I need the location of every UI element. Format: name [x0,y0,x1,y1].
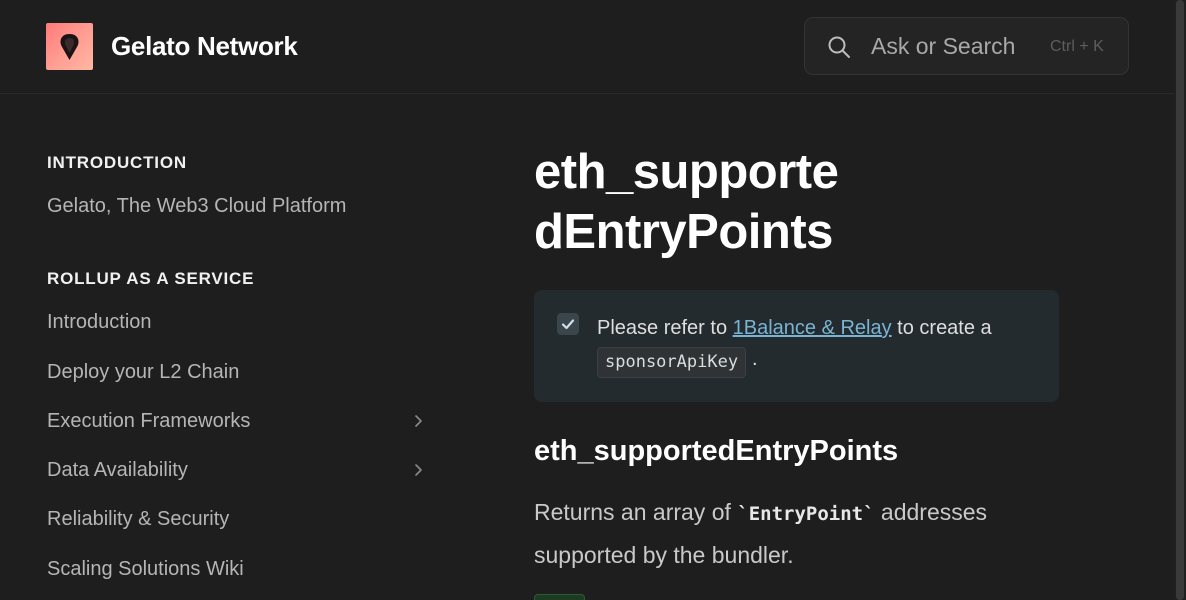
sidebar-nav: INTRODUCTION Gelato, The Web3 Cloud Plat… [0,95,470,600]
sidebar-section-rollup: ROLLUP AS A SERVICE [47,269,255,288]
section-heading: eth_supportedEntryPoints [534,435,899,467]
page-title-line-1: eth_supporte [534,145,839,199]
description-paragraph: Returns an array of `EntryPoint` address… [534,492,1064,576]
callout-prefix: Please refer to [597,317,733,339]
brand-name[interactable]: Gelato Network [111,31,298,62]
top-header: Gelato Network Ask or Search Ctrl + K [0,0,1174,94]
chevron-right-icon[interactable] [412,412,426,430]
callout-suffix: to create a [891,317,992,339]
gelato-logo-icon[interactable] [46,23,93,70]
sidebar-item-gelato-platform[interactable]: Gelato, The Web3 Cloud Platform [47,195,346,218]
balance-relay-link[interactable]: 1Balance & Relay [733,317,892,339]
search-shortcut: Ctrl + K [1050,38,1104,55]
scrollbar[interactable] [1174,0,1186,600]
method-badge [534,594,585,600]
search-placeholder: Ask or Search [871,33,1016,59]
sidebar-item-deploy-l2[interactable]: Deploy your L2 Chain [47,361,239,384]
info-callout: Please refer to 1Balance & Relay to crea… [534,290,1059,402]
page-title: eth_supporte dEntryPoints [534,142,894,262]
sidebar-item-scaling-wiki[interactable]: Scaling Solutions Wiki [47,558,244,581]
check-icon [557,313,579,335]
page-title-line-2: dEntryPoints [534,205,833,259]
para-before: Returns an array of [534,499,738,525]
callout-end: . [752,348,758,370]
sidebar-item-introduction[interactable]: Introduction [47,311,152,334]
scrollbar-thumb[interactable] [1176,0,1184,600]
sidebar-item-data-availability[interactable]: Data Availability [47,459,188,482]
main-content: eth_supporte dEntryPoints Please refer t… [534,95,1094,600]
search-input[interactable]: Ask or Search Ctrl + K [804,17,1129,75]
inline-code-entrypoint: `EntryPoint` [737,503,875,525]
sidebar-item-reliability[interactable]: Reliability & Security [47,508,229,531]
chevron-right-icon[interactable] [412,461,426,479]
search-icon [828,36,850,58]
sidebar-item-execution-frameworks[interactable]: Execution Frameworks [47,410,250,433]
inline-code-sponsor-api-key: sponsorApiKey [597,347,747,378]
sidebar-section-introduction: INTRODUCTION [47,153,187,172]
callout-text: Please refer to 1Balance & Relay to crea… [597,317,992,340]
